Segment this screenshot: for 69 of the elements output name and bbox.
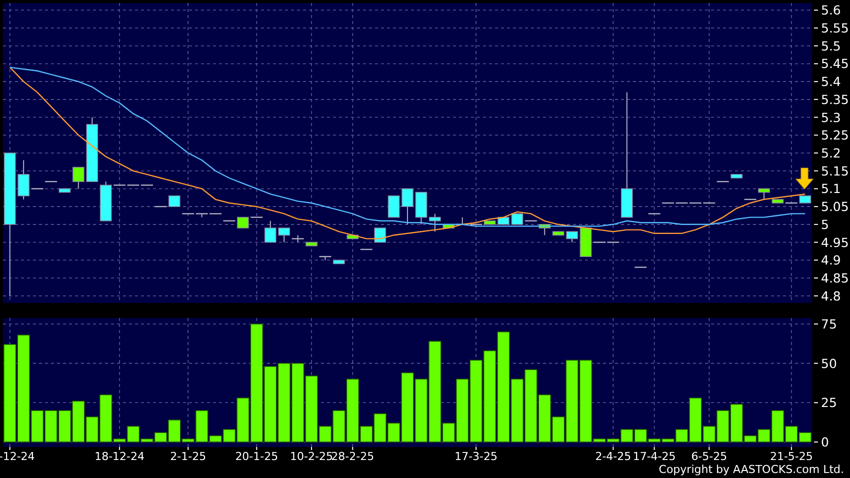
candlestick (333, 260, 345, 264)
axis-label: 50 (821, 356, 837, 371)
axis-label: 2-1-25 (170, 450, 206, 462)
axis-label: 5.3 (821, 110, 841, 125)
candlestick (744, 198, 756, 200)
axis-label: 5 (821, 216, 829, 232)
axis-label: 6-5-25 (691, 450, 728, 462)
candlestick (154, 206, 167, 208)
candlestick (374, 228, 386, 243)
down-arrow-icon (795, 168, 814, 190)
candlestick (648, 213, 660, 214)
candlestick (703, 202, 716, 204)
axis-label: 5.45 (821, 56, 849, 72)
axis-label: 4.9 (821, 252, 841, 268)
axis-label: 4.85 (821, 270, 849, 286)
axis-label: 20-1-25 (235, 450, 278, 462)
volume-bar (58, 410, 72, 442)
axis-label: 5.25 (821, 128, 849, 143)
axis-label: 18-12-24 (94, 450, 145, 462)
axis-label: 4.8 (821, 288, 841, 304)
candlestick (264, 220, 276, 243)
axis-label: 5.35 (821, 92, 849, 107)
volume-bar (44, 410, 58, 442)
candlestick (306, 242, 318, 246)
candlestick (292, 234, 304, 243)
candlestick (223, 220, 236, 222)
candlestick (250, 216, 263, 218)
axis-label: 17-4-25 (632, 450, 676, 462)
candlestick (31, 188, 44, 190)
axis-label: 5.05 (821, 199, 849, 214)
candlestick (634, 266, 647, 268)
axis-label: 5.4 (821, 74, 841, 90)
candlestick (716, 180, 729, 182)
candlestick (18, 160, 30, 200)
axis-label: 5.5 (821, 38, 841, 54)
candlestick (45, 180, 57, 182)
axis-label: 21-5-25 (770, 450, 813, 462)
candlestick (799, 195, 812, 204)
axis-label: 2-4-25 (595, 450, 632, 462)
axis-label: 5.15 (821, 163, 849, 178)
axis-label: 5.2 (821, 146, 841, 160)
copyright-text: Copyright by AASTOCKS.com Ltd. (658, 462, 845, 478)
candlestick (415, 192, 428, 225)
candlestick (168, 195, 180, 208)
axis-label: 5.1 (821, 181, 841, 196)
axis-label: 4.95 (821, 234, 849, 250)
candlestick (360, 248, 372, 250)
candlestick (319, 256, 332, 261)
candlestick (730, 174, 742, 178)
candlestick (429, 213, 441, 232)
axis-label: 75 (821, 316, 837, 332)
candlestick (566, 231, 578, 243)
axis-label: 10-2-25 (290, 450, 333, 462)
candlestick (758, 188, 770, 200)
candlestick (388, 195, 400, 218)
axis-label: 5.6 (821, 2, 841, 18)
candlestick (607, 242, 620, 243)
axis-label: 17-3-25 (454, 450, 498, 462)
axis-label: 0 (821, 434, 829, 450)
axis-label: 25 (821, 395, 837, 410)
axis-label: 28-2-25 (331, 450, 374, 462)
candlestick (237, 216, 249, 228)
candlestick (346, 234, 359, 240)
candlestick (210, 213, 222, 214)
candlestick (58, 188, 71, 193)
candlestick (72, 166, 84, 190)
candlestick (402, 188, 414, 225)
axis-label: 5.55 (821, 20, 849, 36)
candlestick (278, 228, 290, 243)
